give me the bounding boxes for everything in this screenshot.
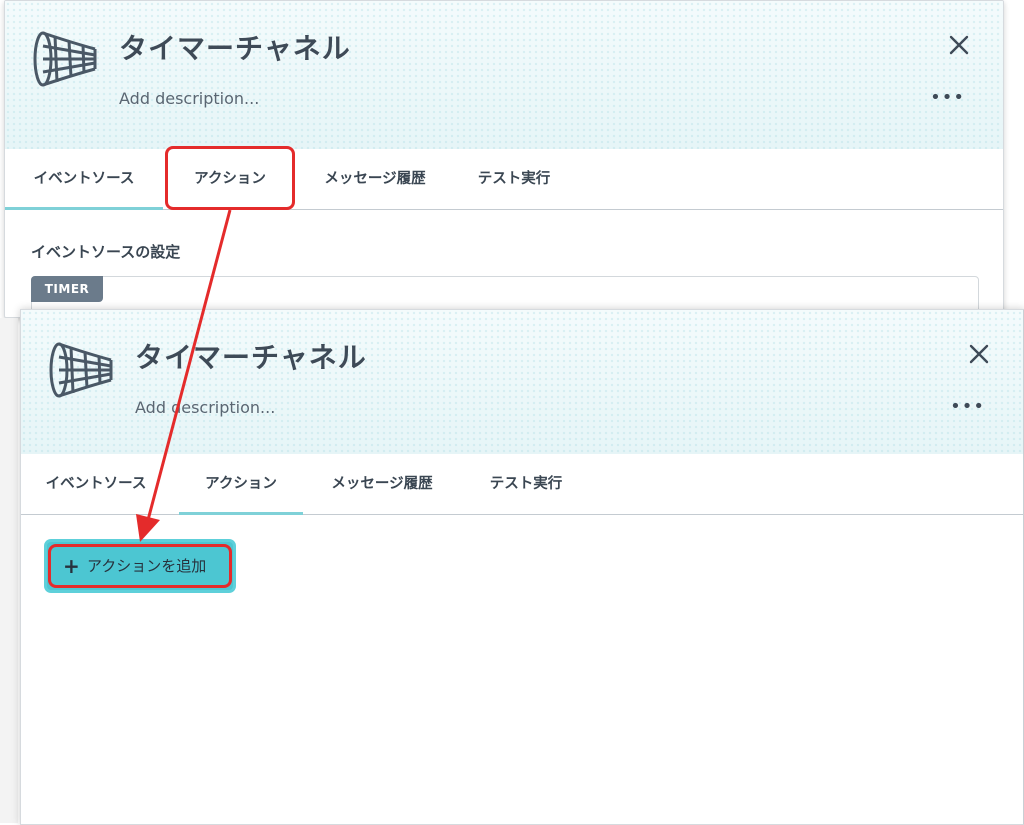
- close-icon[interactable]: [965, 340, 993, 368]
- add-action-button[interactable]: + アクションを追加: [47, 542, 233, 590]
- tab-test-run[interactable]: テスト実行: [473, 454, 579, 514]
- add-action-label: アクションを追加: [87, 557, 207, 575]
- description-field[interactable]: Add description...: [119, 89, 259, 108]
- tab-message-history[interactable]: メッセージ履歴: [317, 454, 447, 514]
- channel-panel-event-source: タイマーチャネル Add description... ••• イベントソース …: [4, 0, 1004, 318]
- tab-action[interactable]: アクション: [179, 454, 303, 515]
- background-strip: [0, 318, 18, 823]
- tab-event-source[interactable]: イベントソース: [21, 454, 171, 514]
- tab-bar: イベントソース アクション メッセージ履歴 テスト実行: [21, 454, 1023, 515]
- tab-action[interactable]: アクション: [167, 149, 293, 209]
- plus-icon: +: [63, 554, 80, 578]
- source-type-badge: TIMER: [31, 276, 103, 302]
- net-cone-icon: [49, 342, 113, 398]
- panel-header: タイマーチャネル Add description... •••: [5, 1, 1003, 149]
- panel-header: タイマーチャネル Add description... •••: [21, 310, 1023, 454]
- description-field[interactable]: Add description...: [135, 398, 275, 417]
- net-cone-icon: [33, 31, 97, 87]
- channel-panel-action: タイマーチャネル Add description... ••• イベントソース …: [20, 309, 1024, 825]
- tab-event-source[interactable]: イベントソース: [5, 149, 163, 210]
- close-icon[interactable]: [945, 31, 973, 59]
- section-title: イベントソースの設定: [31, 243, 181, 261]
- tab-bar: イベントソース アクション メッセージ履歴 テスト実行: [5, 149, 1003, 210]
- page-title: タイマーチャネル: [135, 341, 367, 374]
- page-title: タイマーチャネル: [119, 32, 351, 65]
- tab-message-history[interactable]: メッセージ履歴: [307, 149, 443, 209]
- more-options-button[interactable]: •••: [930, 87, 965, 108]
- more-options-button[interactable]: •••: [950, 396, 985, 417]
- tab-test-run[interactable]: テスト実行: [461, 149, 567, 209]
